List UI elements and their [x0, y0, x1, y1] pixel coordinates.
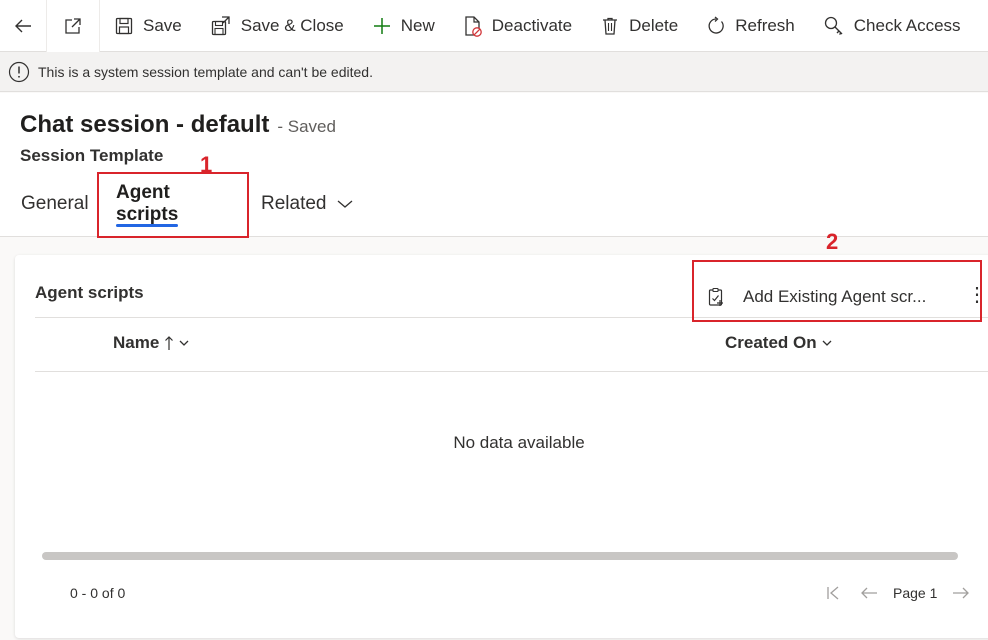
save-and-close-icon [211, 15, 230, 35]
delete-label: Delete [629, 15, 679, 35]
annotation-number-2: 2 [826, 229, 839, 254]
new-button[interactable]: New [358, 0, 449, 52]
subgrid-title: Agent scripts [35, 283, 144, 302]
check-access-label: Check Access [853, 15, 961, 35]
empty-state-text: No data available [453, 433, 585, 452]
notification-bar: This is a system session template and ca… [0, 52, 988, 92]
save-icon [115, 17, 133, 34]
pagination: Page 1 [815, 580, 979, 606]
column-header-created-on[interactable]: Created On [725, 333, 832, 353]
save-and-close-button[interactable]: Save & Close [196, 0, 358, 52]
refresh-icon [708, 15, 724, 34]
back-arrow-icon [15, 19, 31, 32]
back-button[interactable] [0, 0, 46, 52]
popout-icon [65, 17, 81, 34]
title-row: Chat session - default - Saved [20, 111, 336, 139]
magnifier-key-icon [824, 16, 843, 35]
entity-name: Session Template [20, 146, 164, 165]
next-page-button[interactable] [943, 580, 979, 606]
annotation-box-1 [97, 172, 249, 238]
previous-page-button[interactable] [851, 580, 887, 606]
refresh-label: Refresh [735, 15, 795, 35]
save-status: - Saved [277, 117, 336, 136]
deactivate-button[interactable]: Deactivate [449, 0, 586, 52]
column-header-name[interactable]: Name [113, 333, 189, 353]
new-label: New [400, 15, 435, 35]
column-created-on-label: Created On [725, 333, 817, 352]
header-divider [35, 371, 988, 372]
sort-ascending-icon [165, 336, 174, 350]
info-icon [8, 61, 30, 82]
horizontal-scrollbar[interactable] [42, 552, 958, 560]
arrow-left-icon [861, 587, 877, 599]
chevron-down-icon [822, 340, 832, 346]
deactivate-label: Deactivate [491, 15, 573, 35]
chevron-down-icon [337, 200, 352, 208]
first-page-button[interactable] [815, 580, 851, 606]
annotation-box-2 [692, 260, 982, 322]
chevron-down-icon [179, 340, 189, 346]
check-access-button[interactable]: Check Access [809, 0, 975, 52]
first-page-icon [827, 586, 839, 600]
page-number: Page 1 [893, 585, 938, 601]
tab-related[interactable]: Related [261, 179, 353, 229]
record-count: 0 - 0 of 0 [70, 585, 126, 601]
plus-icon [373, 17, 390, 34]
notification-text: This is a system session template and ca… [38, 63, 373, 80]
tab-general-label: General [21, 193, 89, 214]
arrow-right-icon [953, 587, 970, 599]
delete-button[interactable]: Delete [586, 0, 692, 52]
save-label: Save [143, 15, 182, 35]
column-name-label: Name [113, 333, 160, 352]
tab-related-label: Related [261, 193, 327, 214]
open-in-new-window-button[interactable] [46, 0, 100, 52]
refresh-button[interactable]: Refresh [692, 0, 809, 52]
trash-icon [603, 17, 618, 35]
tab-general[interactable]: General [21, 179, 89, 229]
save-button[interactable]: Save [100, 0, 196, 52]
deactivate-icon [465, 15, 482, 37]
page-title: Chat session - default [20, 111, 270, 138]
save-and-close-label: Save & Close [240, 15, 344, 35]
command-bar: Save Save & Close New Deactivate Delete … [0, 0, 988, 52]
annotation-number-1: 1 [200, 152, 213, 177]
